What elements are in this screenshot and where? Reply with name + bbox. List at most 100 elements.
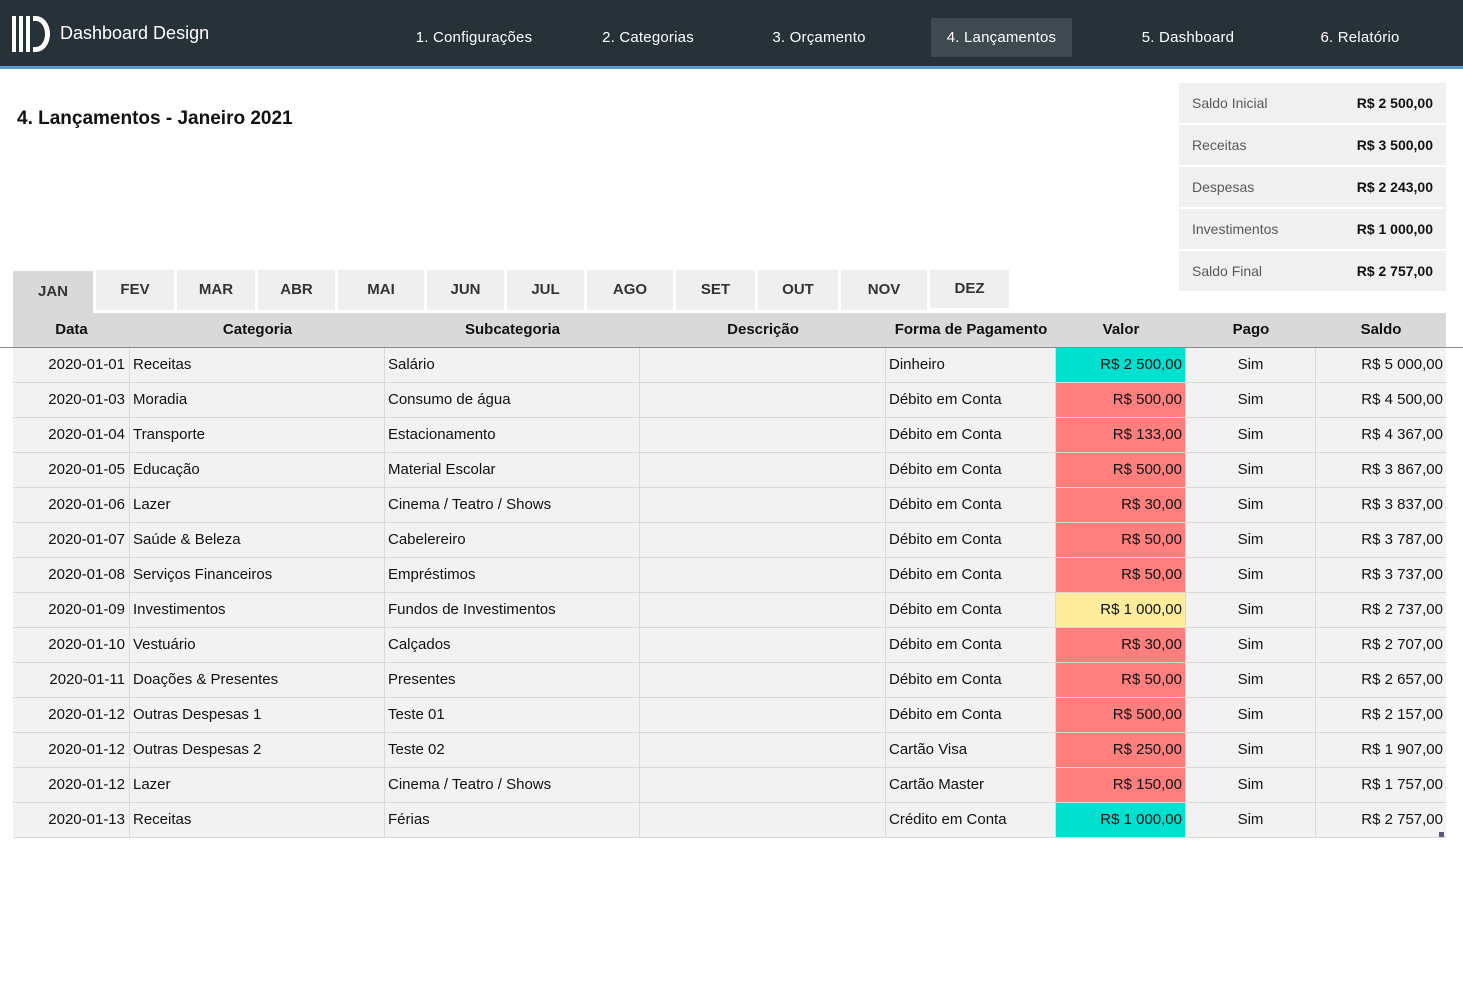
cell-balance[interactable]: R$ 4 500,00	[1316, 383, 1446, 417]
cell-paid[interactable]: Sim	[1186, 768, 1316, 802]
cell-payment[interactable]: Débito em Conta	[886, 523, 1056, 557]
cell-paid[interactable]: Sim	[1186, 558, 1316, 592]
column-header-saldo[interactable]: Saldo	[1316, 313, 1446, 347]
cell-subcategory[interactable]: Material Escolar	[385, 453, 640, 487]
cell-subcategory[interactable]: Empréstimos	[385, 558, 640, 592]
month-tab-jul[interactable]: JUL	[507, 270, 584, 310]
cell-payment[interactable]: Cartão Visa	[886, 733, 1056, 767]
cell-payment[interactable]: Débito em Conta	[886, 628, 1056, 662]
cell-subcategory[interactable]: Estacionamento	[385, 418, 640, 452]
cell-balance[interactable]: R$ 2 657,00	[1316, 663, 1446, 697]
cell-value[interactable]: R$ 250,00	[1056, 733, 1186, 767]
cell-value[interactable]: R$ 30,00	[1056, 488, 1186, 522]
cell-paid[interactable]: Sim	[1186, 488, 1316, 522]
cell-paid[interactable]: Sim	[1186, 628, 1316, 662]
cell-date[interactable]: 2020-01-09	[13, 593, 130, 627]
cell-balance[interactable]: R$ 2 157,00	[1316, 698, 1446, 732]
cell-payment[interactable]: Débito em Conta	[886, 663, 1056, 697]
cell-date[interactable]: 2020-01-03	[13, 383, 130, 417]
cell-subcategory[interactable]: Cabelereiro	[385, 523, 640, 557]
cell-date[interactable]: 2020-01-08	[13, 558, 130, 592]
cell-value[interactable]: R$ 30,00	[1056, 628, 1186, 662]
cell-subcategory[interactable]: Cinema / Teatro / Shows	[385, 488, 640, 522]
cell-description[interactable]	[640, 733, 886, 767]
column-header-pago[interactable]: Pago	[1186, 313, 1316, 347]
cell-value[interactable]: R$ 50,00	[1056, 663, 1186, 697]
nav-item-lancamentos[interactable]: 4. Lançamentos	[931, 18, 1072, 57]
cell-value[interactable]: R$ 2 500,00	[1056, 348, 1186, 382]
column-header-categoria[interactable]: Categoria	[130, 313, 385, 347]
cell-category[interactable]: Transporte	[130, 418, 385, 452]
nav-item-dashboard[interactable]: 5. Dashboard	[1129, 18, 1247, 57]
cell-paid[interactable]: Sim	[1186, 663, 1316, 697]
cell-date[interactable]: 2020-01-12	[13, 698, 130, 732]
cell-payment[interactable]: Débito em Conta	[886, 383, 1056, 417]
cell-subcategory[interactable]: Consumo de água	[385, 383, 640, 417]
month-tab-out[interactable]: OUT	[758, 270, 838, 310]
column-header-subcategoria[interactable]: Subcategoria	[385, 313, 640, 347]
cell-paid[interactable]: Sim	[1186, 348, 1316, 382]
cell-description[interactable]	[640, 348, 886, 382]
cell-balance[interactable]: R$ 2 757,00	[1316, 803, 1446, 837]
cell-value[interactable]: R$ 50,00	[1056, 558, 1186, 592]
nav-item-configuracoes[interactable]: 1. Configurações	[404, 18, 544, 57]
cell-paid[interactable]: Sim	[1186, 383, 1316, 417]
cell-subcategory[interactable]: Teste 01	[385, 698, 640, 732]
cell-date[interactable]: 2020-01-01	[13, 348, 130, 382]
cell-description[interactable]	[640, 523, 886, 557]
cell-payment[interactable]: Débito em Conta	[886, 418, 1056, 452]
cell-value[interactable]: R$ 500,00	[1056, 453, 1186, 487]
month-tab-fev[interactable]: FEV	[96, 270, 174, 310]
month-tab-jun[interactable]: JUN	[427, 270, 504, 310]
cell-description[interactable]	[640, 453, 886, 487]
cell-balance[interactable]: R$ 1 757,00	[1316, 768, 1446, 802]
cell-description[interactable]	[640, 593, 886, 627]
cell-description[interactable]	[640, 383, 886, 417]
month-tab-ago[interactable]: AGO	[587, 270, 673, 310]
cell-category[interactable]: Investimentos	[130, 593, 385, 627]
cell-category[interactable]: Serviços Financeiros	[130, 558, 385, 592]
cell-date[interactable]: 2020-01-12	[13, 768, 130, 802]
cell-payment[interactable]: Débito em Conta	[886, 558, 1056, 592]
cell-value[interactable]: R$ 500,00	[1056, 698, 1186, 732]
cell-payment[interactable]: Débito em Conta	[886, 488, 1056, 522]
cell-subcategory[interactable]: Salário	[385, 348, 640, 382]
cell-subcategory[interactable]: Presentes	[385, 663, 640, 697]
cell-category[interactable]: Moradia	[130, 383, 385, 417]
cell-balance[interactable]: R$ 4 367,00	[1316, 418, 1446, 452]
cell-payment[interactable]: Dinheiro	[886, 348, 1056, 382]
cell-balance[interactable]: R$ 3 787,00	[1316, 523, 1446, 557]
cell-description[interactable]	[640, 768, 886, 802]
cell-payment[interactable]: Débito em Conta	[886, 453, 1056, 487]
cell-paid[interactable]: Sim	[1186, 803, 1316, 837]
cell-date[interactable]: 2020-01-11	[13, 663, 130, 697]
month-tab-nov[interactable]: NOV	[841, 270, 927, 310]
cell-subcategory[interactable]: Calçados	[385, 628, 640, 662]
cell-date[interactable]: 2020-01-12	[13, 733, 130, 767]
cell-description[interactable]	[640, 418, 886, 452]
month-tab-mar[interactable]: MAR	[177, 270, 255, 310]
cell-category[interactable]: Doações & Presentes	[130, 663, 385, 697]
cell-date[interactable]: 2020-01-13	[13, 803, 130, 837]
cell-balance[interactable]: R$ 2 737,00	[1316, 593, 1446, 627]
cell-description[interactable]	[640, 628, 886, 662]
cell-value[interactable]: R$ 500,00	[1056, 383, 1186, 417]
cell-subcategory[interactable]: Teste 02	[385, 733, 640, 767]
cell-subcategory[interactable]: Cinema / Teatro / Shows	[385, 768, 640, 802]
nav-item-relatorio[interactable]: 6. Relatório	[1307, 18, 1413, 57]
cell-description[interactable]	[640, 803, 886, 837]
cell-balance[interactable]: R$ 2 707,00	[1316, 628, 1446, 662]
cell-paid[interactable]: Sim	[1186, 698, 1316, 732]
cell-paid[interactable]: Sim	[1186, 523, 1316, 557]
cell-payment[interactable]: Débito em Conta	[886, 593, 1056, 627]
cell-date[interactable]: 2020-01-06	[13, 488, 130, 522]
cell-description[interactable]	[640, 558, 886, 592]
month-tab-jan[interactable]: JAN	[13, 271, 93, 313]
month-tab-abr[interactable]: ABR	[258, 270, 335, 310]
cell-payment[interactable]: Crédito em Conta	[886, 803, 1056, 837]
cell-value[interactable]: R$ 150,00	[1056, 768, 1186, 802]
cell-category[interactable]: Educação	[130, 453, 385, 487]
cell-value[interactable]: R$ 1 000,00	[1056, 803, 1186, 837]
column-header-forma-pagamento[interactable]: Forma de Pagamento	[886, 313, 1056, 347]
cell-value[interactable]: R$ 133,00	[1056, 418, 1186, 452]
